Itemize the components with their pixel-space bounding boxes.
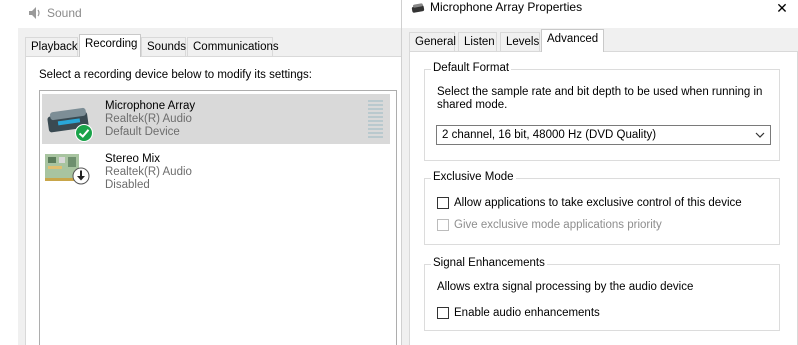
sound-dialog: Sound Playback Recording Sounds Communic… — [18, 0, 402, 345]
signal-enhancements-group: Signal Enhancements Allows extra signal … — [424, 257, 780, 331]
exclusive-priority-label: Give exclusive mode applications priorit… — [454, 219, 662, 231]
device-status: Default Device — [105, 126, 180, 138]
device-driver: Realtek(R) Audio — [105, 166, 192, 178]
device-microphone-array[interactable]: Microphone Array Realtek(R) Audio Defaul… — [42, 94, 390, 144]
close-button[interactable]: ✕ — [772, 0, 792, 18]
properties-title-bar[interactable]: Microphone Array Properties ✕ — [402, 0, 798, 28]
chevron-down-icon — [755, 132, 765, 138]
exclusive-mode-title: Exclusive Mode — [431, 171, 516, 183]
tab-playback[interactable]: Playback — [25, 37, 78, 57]
allow-exclusive-control-checkbox[interactable]: Allow applications to take exclusive con… — [437, 197, 767, 211]
exclusive-priority-checkbox: Give exclusive mode applications priorit… — [437, 219, 767, 233]
enable-audio-enhancements-checkbox[interactable]: Enable audio enhancements — [437, 307, 767, 321]
device-status: Disabled — [105, 179, 150, 191]
device-driver: Realtek(R) Audio — [105, 113, 192, 125]
signal-enhancements-description: Allows extra signal processing by the au… — [437, 281, 694, 293]
exclusive-mode-group: Exclusive Mode Allow applications to tak… — [424, 171, 780, 245]
sample-rate-selected-value: 2 channel, 16 bit, 48000 Hz (DVD Quality… — [442, 129, 657, 141]
tab-listen[interactable]: Listen — [458, 32, 497, 52]
recording-instruction: Select a recording device below to modif… — [39, 69, 312, 81]
properties-dialog-title: Microphone Array Properties — [430, 0, 583, 14]
microphone-app-icon — [411, 3, 425, 13]
allow-exclusive-control-label: Allow applications to take exclusive con… — [454, 197, 742, 209]
advanced-tab-panel: Default Format Select the sample rate an… — [409, 51, 798, 345]
device-stereo-mix[interactable]: Stereo Mix Realtek(R) Audio Disabled — [42, 147, 390, 197]
tab-levels[interactable]: Levels — [500, 32, 540, 52]
input-level-meter — [368, 100, 383, 140]
sample-rate-dropdown[interactable]: 2 channel, 16 bit, 48000 Hz (DVD Quality… — [436, 125, 771, 145]
microphone-properties-dialog: Microphone Array Properties ✕ General Li… — [402, 0, 798, 345]
default-format-description: Select the sample rate and bit depth to … — [437, 86, 763, 111]
checkbox-box — [437, 219, 449, 231]
default-format-group: Default Format Select the sample rate an… — [424, 62, 780, 161]
tab-recording[interactable]: Recording — [79, 34, 141, 57]
disabled-down-arrow-icon — [72, 167, 90, 185]
device-name: Microphone Array — [105, 100, 196, 112]
sound-title-bar[interactable]: Sound — [18, 0, 401, 28]
tab-advanced[interactable]: Advanced — [541, 29, 604, 52]
device-name: Stereo Mix — [105, 153, 160, 165]
signal-enhancements-title: Signal Enhancements — [431, 257, 547, 269]
checkbox-box[interactable] — [437, 307, 449, 319]
default-format-title: Default Format — [431, 62, 512, 74]
tab-sounds[interactable]: Sounds — [141, 37, 186, 57]
recording-tab-panel: Select a recording device below to modif… — [25, 56, 401, 345]
enable-audio-enhancements-label: Enable audio enhancements — [454, 307, 600, 319]
tab-general[interactable]: General — [409, 32, 456, 52]
default-check-icon — [75, 124, 93, 142]
speaker-icon — [29, 7, 40, 19]
recording-device-list[interactable]: Microphone Array Realtek(R) Audio Defaul… — [39, 90, 397, 345]
tab-communications[interactable]: Communications — [187, 37, 279, 57]
checkbox-box[interactable] — [437, 197, 449, 209]
sound-dialog-title: Sound — [47, 6, 82, 20]
